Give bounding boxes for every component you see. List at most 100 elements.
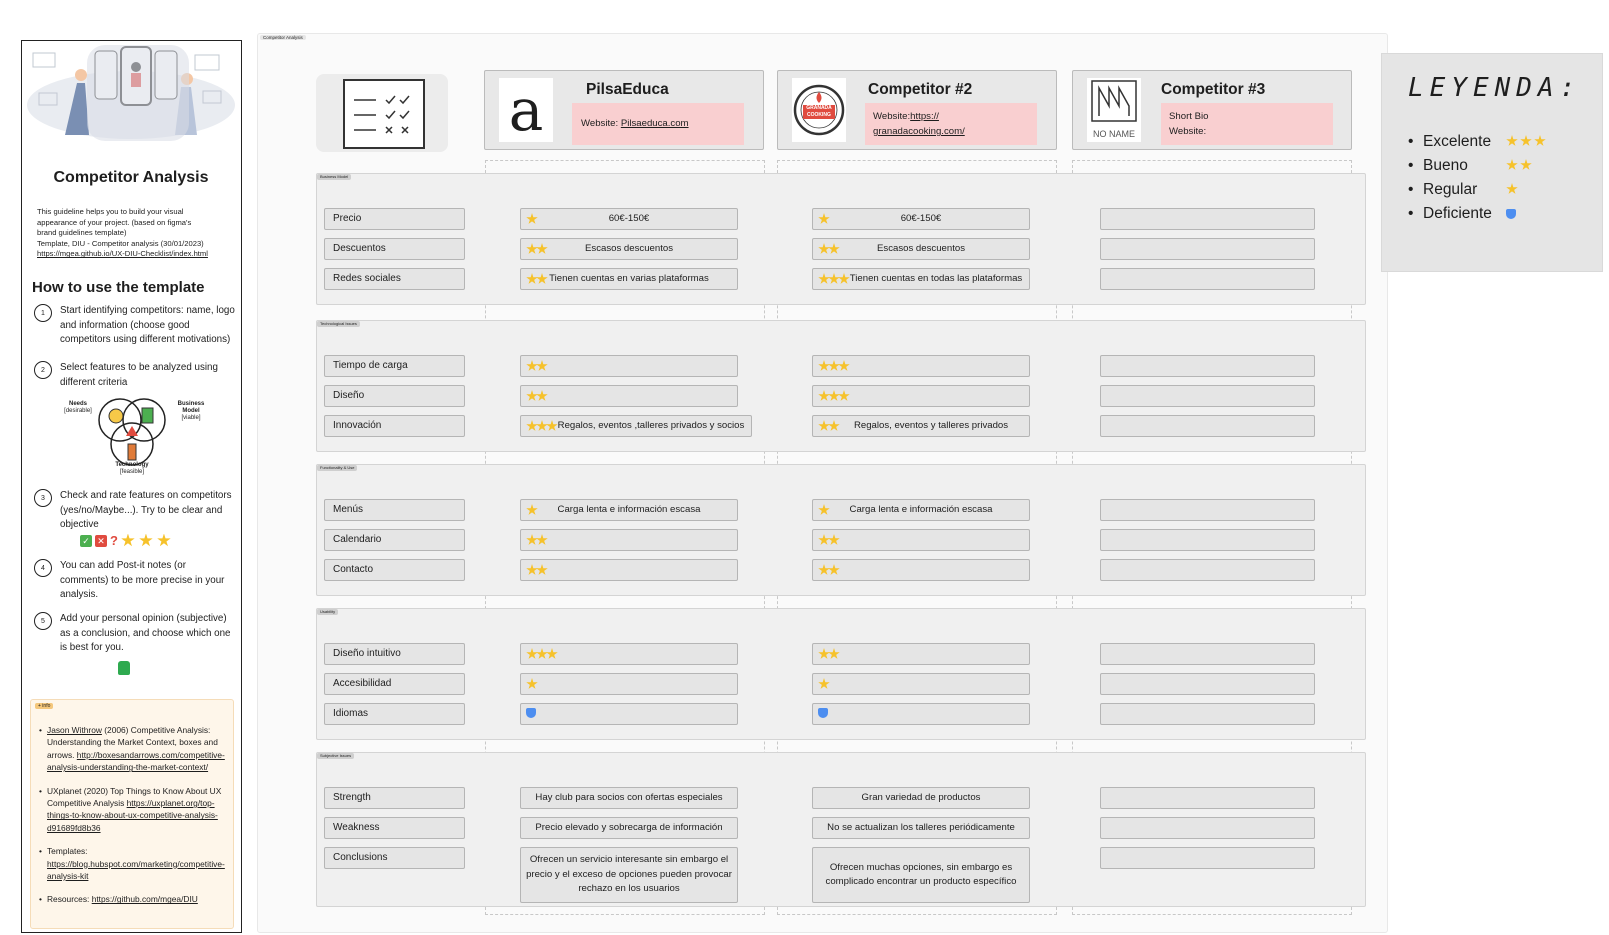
- star-icon: [818, 534, 830, 545]
- rating-cell[interactable]: Escasos descuentos: [520, 238, 738, 260]
- rating-cell[interactable]: [520, 355, 738, 377]
- section-tag: Technological Issues: [317, 321, 360, 327]
- rating-cell-empty[interactable]: [1100, 817, 1315, 839]
- competitor-name: PilsaEduca: [586, 81, 669, 98]
- rating-cell[interactable]: Ofrecen muchas opciones, sin embargo es …: [812, 847, 1030, 903]
- star-icon: [536, 273, 548, 284]
- rating-cell[interactable]: Hay club para socios con ofertas especia…: [520, 787, 738, 809]
- star-icon: [818, 390, 830, 401]
- star-icon: [139, 533, 153, 547]
- rating-text: Escasos descuentos: [585, 242, 673, 254]
- legend-item: Deficiente: [1408, 202, 1516, 226]
- rating-cell[interactable]: 60€-150€: [812, 208, 1030, 230]
- star-icon: [1520, 135, 1532, 146]
- rating-cell-empty[interactable]: [1100, 529, 1315, 551]
- rating-cell[interactable]: [520, 643, 738, 665]
- rating-icons: [818, 534, 840, 546]
- rating-cell-empty[interactable]: [1100, 643, 1315, 665]
- lightbulb-icon: [108, 408, 124, 424]
- feature-label: Precio: [324, 208, 465, 230]
- thumbs-down-icon: [1506, 209, 1516, 219]
- rating-cell[interactable]: 60€-150€: [520, 208, 738, 230]
- rating-cell-empty[interactable]: [1100, 238, 1315, 260]
- rating-cell-empty[interactable]: [1100, 703, 1315, 725]
- rating-cell[interactable]: [520, 385, 738, 407]
- rating-cell[interactable]: Escasos descuentos: [812, 238, 1030, 260]
- star-icon: [838, 360, 850, 371]
- rating-cell[interactable]: [812, 355, 1030, 377]
- rating-cell-empty[interactable]: [1100, 847, 1315, 869]
- competitor-name: Competitor #3: [1161, 81, 1266, 98]
- star-icon: [536, 648, 548, 659]
- rating-cell[interactable]: [812, 703, 1030, 725]
- rating-cell[interactable]: [812, 673, 1030, 695]
- star-icon: [526, 390, 538, 401]
- rating-cell-empty[interactable]: [1100, 355, 1315, 377]
- rating-cell-empty[interactable]: [1100, 385, 1315, 407]
- star-icon: [818, 564, 830, 575]
- rating-cell[interactable]: Regalos, eventos y talleres privados: [812, 415, 1030, 437]
- rating-cell[interactable]: [520, 559, 738, 581]
- star-icon: [526, 648, 538, 659]
- rating-text: Precio elevado y sobrecarga de informaci…: [535, 821, 723, 833]
- star-icon: [536, 534, 548, 545]
- rating-cell[interactable]: Tienen cuentas en varias plataformas: [520, 268, 738, 290]
- checklist-link[interactable]: https://mgea.github.io/UX-DIU-Checklist/…: [37, 249, 232, 260]
- rating-cell[interactable]: [812, 643, 1030, 665]
- rating-cell[interactable]: [520, 529, 738, 551]
- rating-cell-empty[interactable]: [1100, 415, 1315, 437]
- rating-icons: [526, 390, 548, 402]
- step-number: 5: [34, 612, 52, 630]
- legend-item: Regular: [1408, 178, 1518, 202]
- step-number: 2: [34, 361, 52, 379]
- feature-label: Diseño intuitivo: [324, 643, 465, 665]
- thumbs-down-icon: [526, 708, 536, 718]
- rating-cell[interactable]: [520, 673, 738, 695]
- rating-cell[interactable]: [812, 559, 1030, 581]
- rating-cell[interactable]: Precio elevado y sobrecarga de informaci…: [520, 817, 738, 839]
- rating-icons: [818, 360, 850, 372]
- rating-cell[interactable]: Tienen cuentas en todas las plataformas: [812, 268, 1030, 290]
- competitor-website-link[interactable]: granadacooking.com/: [873, 126, 965, 137]
- rating-cell-empty[interactable]: [1100, 208, 1315, 230]
- star-icon: [526, 534, 538, 545]
- rating-text: No se actualizan los talleres periódicam…: [827, 821, 1015, 833]
- star-icon: [828, 273, 840, 284]
- star-icon: [1520, 159, 1532, 170]
- rating-cell[interactable]: Ofrecen un servicio interesante sin emba…: [520, 847, 738, 903]
- rating-cell-empty[interactable]: [1100, 268, 1315, 290]
- rating-cell[interactable]: Gran variedad de productos: [812, 787, 1030, 809]
- rating-cell[interactable]: [812, 385, 1030, 407]
- star-icon: [818, 360, 830, 371]
- star-icon: [828, 564, 840, 575]
- legend-item: Bueno: [1408, 154, 1532, 178]
- competitor-info: Website: Pilsaeduca.com: [572, 103, 744, 145]
- star-icon: [546, 648, 558, 659]
- rating-cell[interactable]: [812, 529, 1030, 551]
- rating-cell[interactable]: Carga lenta e información escasa: [812, 499, 1030, 521]
- rating-cell-empty[interactable]: [1100, 499, 1315, 521]
- star-icon: [828, 243, 840, 254]
- rating-cell-empty[interactable]: [1100, 673, 1315, 695]
- competitor-website-link[interactable]: Pilsaeduca.com: [621, 118, 689, 129]
- rating-text: Tienen cuentas en todas las plataformas: [849, 272, 1023, 284]
- rating-icons: [818, 504, 830, 516]
- rating-icons: [526, 213, 538, 225]
- rating-cell[interactable]: Regalos, eventos ,talleres privados y so…: [520, 415, 752, 437]
- star-icon: [828, 360, 840, 371]
- star-icon: [526, 420, 538, 431]
- rating-text: 60€-150€: [900, 212, 942, 224]
- rating-text: Gran variedad de productos: [861, 791, 981, 803]
- rating-cell-empty[interactable]: [1100, 559, 1315, 581]
- rating-cell[interactable]: No se actualizan los talleres periódicam…: [812, 817, 1030, 839]
- star-icon: [1506, 135, 1518, 146]
- pencil-icon: [127, 443, 137, 461]
- rating-text: Carga lenta e información escasa: [849, 503, 993, 515]
- rating-cell[interactable]: Carga lenta e información escasa: [520, 499, 738, 521]
- rating-text: Ofrecen un servicio interesante sin emba…: [526, 854, 732, 895]
- star-icon: [838, 390, 850, 401]
- competitor-website-link[interactable]: https://: [910, 111, 939, 122]
- star-icon: [828, 390, 840, 401]
- rating-cell[interactable]: [520, 703, 738, 725]
- rating-cell-empty[interactable]: [1100, 787, 1315, 809]
